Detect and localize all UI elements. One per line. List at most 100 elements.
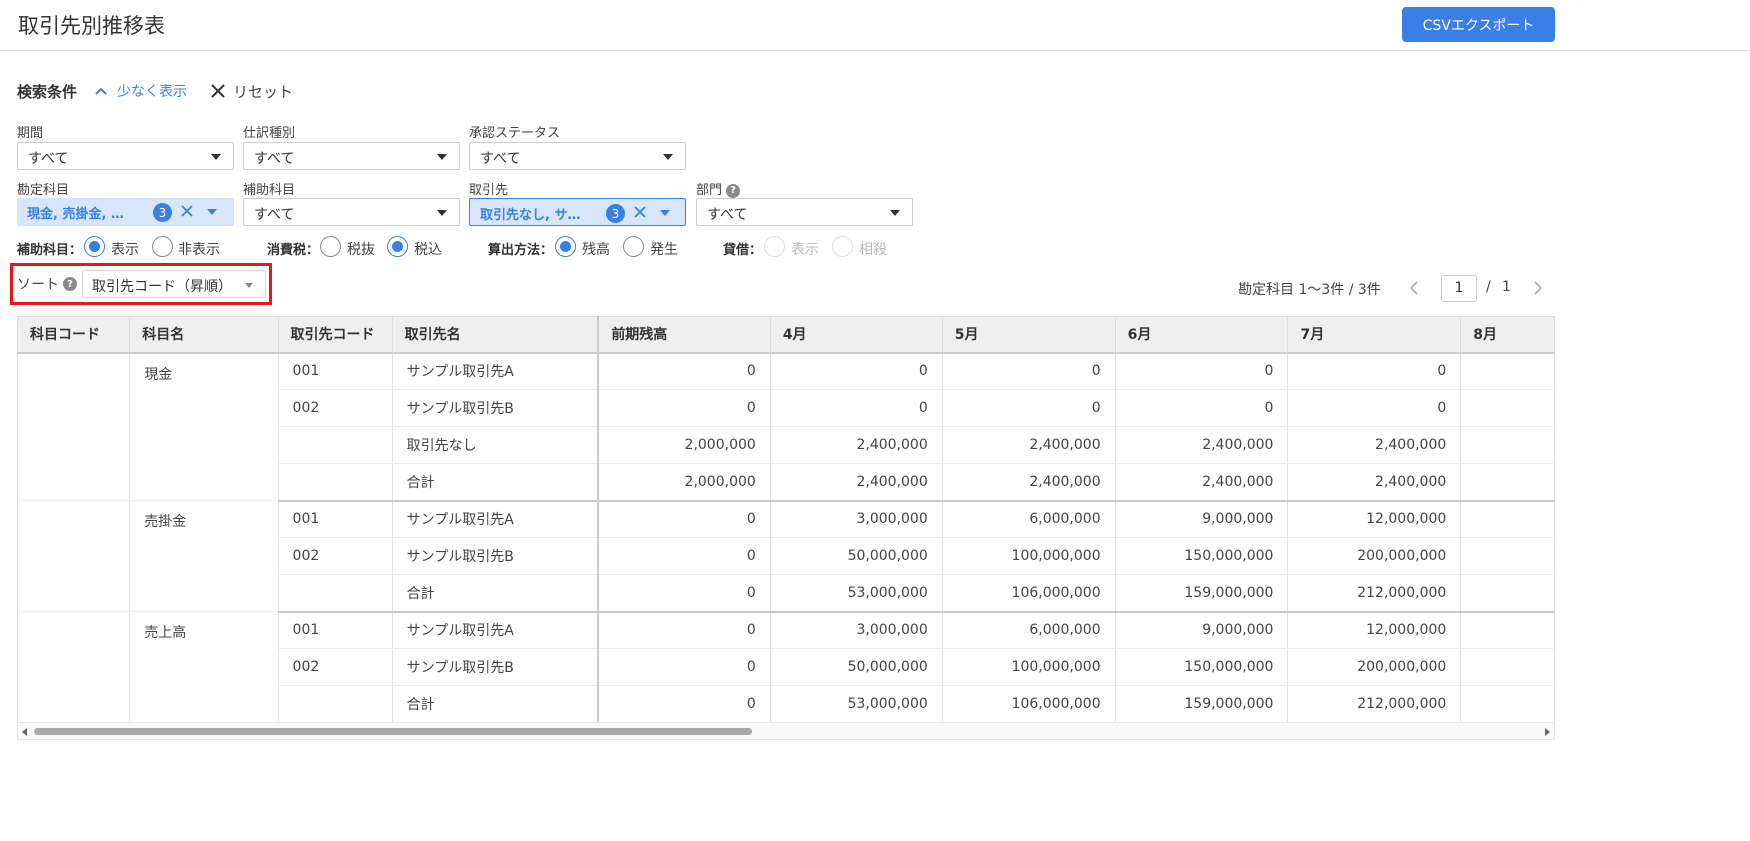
clear-icon[interactable] xyxy=(181,205,193,217)
amount-cell: 106,000,000 xyxy=(942,685,1116,722)
search-conditions-bar: 検索条件 少なく表示 リセット xyxy=(17,80,293,102)
amount-cell: 2,400,000 xyxy=(770,463,943,502)
department-label-group: 部門? xyxy=(696,179,741,198)
sort-select[interactable]: 取引先コード（昇順） xyxy=(82,270,266,298)
partner-name-cell: サンプル取引先A xyxy=(392,352,599,390)
journal-type-value: すべて xyxy=(254,151,295,167)
amount-cell: 3,000,000 xyxy=(770,611,943,649)
approval-status-label: 承認ステータス xyxy=(469,126,561,141)
radio-tax-exclusive[interactable] xyxy=(320,236,341,257)
account-label: 勘定科目 xyxy=(17,183,70,198)
radio-sub-account-hide[interactable] xyxy=(152,236,173,257)
account-code-cell xyxy=(18,611,131,722)
close-icon xyxy=(211,84,225,98)
radio-debit-credit-show-label: 表示 xyxy=(791,242,819,258)
column-header: 科目名 xyxy=(129,316,279,354)
caret-down-icon xyxy=(211,154,221,160)
partner-label: 取引先 xyxy=(469,183,509,198)
column-header: 取引先コード xyxy=(278,316,393,354)
debit-credit-option-label: 貸借： xyxy=(723,243,763,258)
amount-cell: 0 xyxy=(942,389,1116,427)
tax-option-label: 消費税： xyxy=(267,243,320,258)
radio-tax-inclusive[interactable] xyxy=(387,236,408,257)
search-conditions-title: 検索条件 xyxy=(17,82,78,101)
partner-name-cell: サンプル取引先B xyxy=(392,389,599,427)
amount-cell: 0 xyxy=(1287,352,1462,390)
scroll-left-icon[interactable] xyxy=(22,728,27,736)
horizontal-scrollbar[interactable] xyxy=(17,722,1555,740)
caret-down-icon xyxy=(437,210,447,216)
partner-code-cell: 002 xyxy=(278,648,393,686)
sub-account-value: すべて xyxy=(254,207,295,223)
amount-cell: 12,000,000 xyxy=(1287,611,1462,649)
department-select[interactable]: すべて xyxy=(696,198,913,226)
scrollbar-thumb[interactable] xyxy=(34,728,752,735)
sort-label: ソート xyxy=(17,277,59,293)
partner-name-cell: サンプル取引先A xyxy=(392,500,599,538)
amount-cell xyxy=(1460,426,1555,464)
reset-link[interactable]: リセット xyxy=(211,81,293,102)
amount-cell: 2,400,000 xyxy=(942,426,1116,464)
amount-cell: 0 xyxy=(597,574,771,613)
amount-cell: 0 xyxy=(770,389,943,427)
table-header-row: 科目コード 科目名 取引先コード 取引先名 前期残高 4月 5月 6月 7月 8月 xyxy=(18,316,1555,354)
partner-count-badge: 3 xyxy=(606,204,625,223)
partner-name-cell: サンプル取引先A xyxy=(392,611,599,649)
period-label: 期間 xyxy=(17,126,44,141)
approval-status-select[interactable]: すべて xyxy=(469,142,686,170)
column-header: 7月 xyxy=(1287,316,1462,354)
show-less-link[interactable]: 少なく表示 xyxy=(95,81,187,101)
journal-type-label: 仕訳種別 xyxy=(243,126,296,141)
scroll-right-icon[interactable] xyxy=(1545,728,1550,736)
account-count-badge: 3 xyxy=(153,203,172,222)
partner-name-cell: 合計 xyxy=(392,574,599,613)
amount-cell: 0 xyxy=(597,352,771,390)
caret-down-icon xyxy=(437,154,447,160)
report-table: 科目コード 科目名 取引先コード 取引先名 前期残高 4月 5月 6月 7月 8月 現金 001 サン… xyxy=(18,316,1555,722)
csv-export-button[interactable]: CSVエクスポート xyxy=(1402,7,1555,42)
amount-cell: 53,000,000 xyxy=(770,685,943,722)
amount-cell: 200,000,000 xyxy=(1287,537,1462,575)
amount-cell: 2,400,000 xyxy=(942,463,1116,502)
chevron-left-icon[interactable] xyxy=(1409,281,1419,295)
amount-cell: 9,000,000 xyxy=(1115,611,1289,649)
account-selected-text: 現金, 売掛金, … xyxy=(27,207,124,222)
radio-calc-balance[interactable] xyxy=(555,236,576,257)
amount-cell: 0 xyxy=(597,389,771,427)
show-less-label: 少なく表示 xyxy=(117,84,188,100)
amount-cell: 2,400,000 xyxy=(770,426,943,464)
amount-cell: 0 xyxy=(1287,389,1462,427)
amount-cell xyxy=(1460,574,1555,613)
amount-cell: 12,000,000 xyxy=(1287,500,1462,538)
partner-code-cell xyxy=(278,574,393,613)
help-icon[interactable]: ? xyxy=(63,277,77,291)
radio-calc-occurrence[interactable] xyxy=(623,236,644,257)
radio-sub-account-show[interactable] xyxy=(84,236,105,257)
page-input[interactable]: 1 xyxy=(1441,275,1477,302)
table-row: 売掛金 001 サンプル取引先A 0 3,000,000 6,000,000 9,000,0… xyxy=(18,500,1555,612)
amount-cell: 0 xyxy=(942,352,1116,390)
amount-cell: 6,000,000 xyxy=(942,611,1116,649)
clear-icon[interactable] xyxy=(634,206,646,218)
partner-code-cell xyxy=(278,426,393,464)
journal-type-select[interactable]: すべて xyxy=(243,142,460,170)
amount-cell: 100,000,000 xyxy=(942,537,1116,575)
page-separator: / xyxy=(1486,279,1491,295)
radio-tax-inclusive-label: 税込 xyxy=(414,242,442,258)
amount-cell: 0 xyxy=(597,648,771,686)
table-row: 売上高 001 サンプル取引先A 0 3,000,000 6,000,000 9,000,0… xyxy=(18,611,1555,722)
help-icon[interactable]: ? xyxy=(726,183,741,198)
account-multiselect[interactable]: 現金, 売掛金, … 3 xyxy=(17,198,234,226)
amount-cell: 50,000,000 xyxy=(770,537,943,575)
amount-cell: 150,000,000 xyxy=(1115,648,1289,686)
sort-value: 取引先コード（昇順） xyxy=(92,279,232,295)
department-value: すべて xyxy=(707,207,748,223)
partner-multiselect[interactable]: 取引先なし, サ… 3 xyxy=(469,198,686,226)
sub-account-select[interactable]: すべて xyxy=(243,198,460,226)
amount-cell: 106,000,000 xyxy=(942,574,1116,613)
chevron-right-icon[interactable] xyxy=(1533,281,1543,295)
column-header: 5月 xyxy=(942,316,1116,354)
period-select[interactable]: すべて xyxy=(17,142,234,170)
amount-cell: 3,000,000 xyxy=(770,500,943,538)
amount-cell: 212,000,000 xyxy=(1287,574,1462,613)
